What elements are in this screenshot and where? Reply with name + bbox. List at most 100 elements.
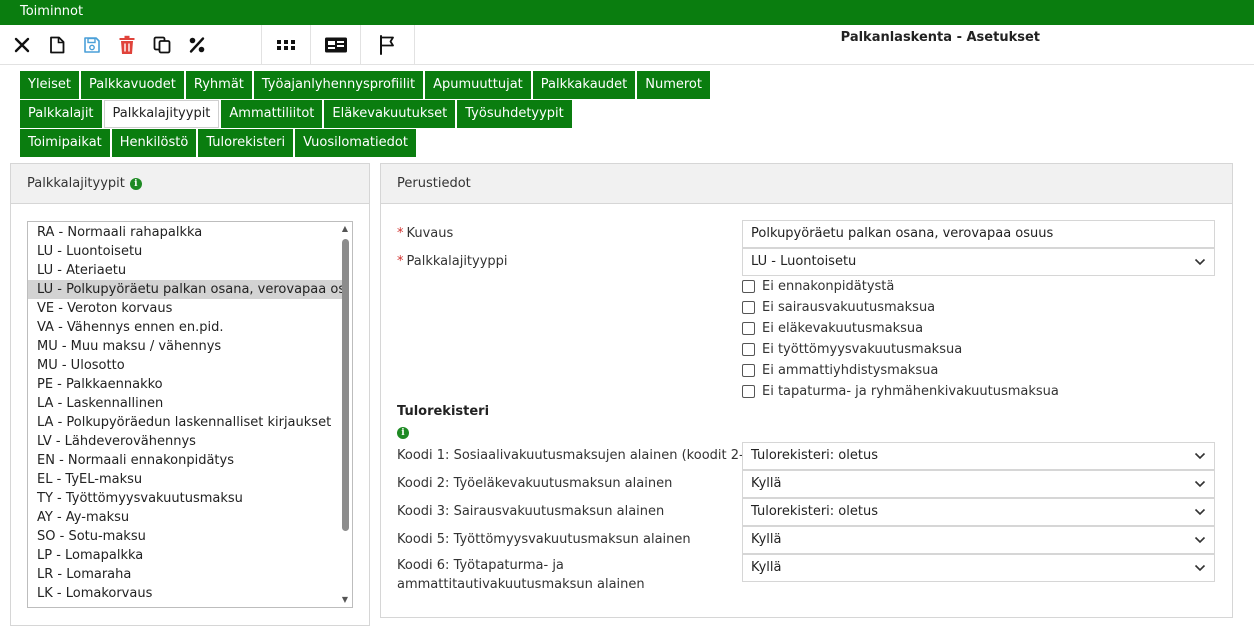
tulorekisteri-select[interactable]: Tulorekisteri: oletus xyxy=(742,498,1215,526)
chevron-down-icon xyxy=(1194,508,1206,516)
list-item[interactable]: TY - Työttömyysvakuutusmaksu xyxy=(28,489,342,508)
tulorekisteri-label: Koodi 1: Sosiaalivakuutusmaksujen alaine… xyxy=(397,448,758,463)
list-item[interactable]: LU - Polkupyöräetu palkan osana, verovap… xyxy=(28,280,342,299)
toolbar-separator xyxy=(261,25,262,65)
checkbox-label: Ei työttömyysvakuutusmaksua xyxy=(762,341,963,357)
tulorekisteri-select[interactable]: Kyllä xyxy=(742,554,1215,582)
scrollbar-thumb[interactable] xyxy=(342,239,349,531)
tab-apumuuttujat[interactable]: Apumuuttujat xyxy=(425,71,531,99)
new-document-icon[interactable] xyxy=(39,25,74,65)
id-card-icon[interactable] xyxy=(318,25,353,65)
checkbox[interactable] xyxy=(742,363,755,377)
list-item[interactable]: LU - Luontoisetu xyxy=(28,242,342,261)
palkkalajityyppi-select[interactable]: LU - Luontoisetu xyxy=(742,248,1215,276)
list-item[interactable]: LA - Laskennallinen xyxy=(28,394,342,413)
list-item[interactable]: RA - Normaali rahapalkka xyxy=(28,223,342,242)
info-icon[interactable]: i xyxy=(129,178,142,190)
flag-icon[interactable] xyxy=(369,25,404,65)
copy-icon[interactable] xyxy=(144,25,179,65)
checkbox-row[interactable]: Ei ammattiyhdistysmaksua xyxy=(742,361,938,379)
checkbox-label: Ei ammattiyhdistysmaksua xyxy=(762,362,939,378)
checkbox[interactable] xyxy=(742,384,755,398)
chevron-down-icon xyxy=(1194,480,1206,488)
palkkalajityypit-panel: Palkkalajityypit i RA - Normaali rahapalk… xyxy=(10,163,370,626)
tab-ty-suhdetyypit[interactable]: Työsuhdetyypit xyxy=(457,100,572,128)
tab-ryhm-t[interactable]: Ryhmät xyxy=(185,71,252,99)
select-value: Kyllä xyxy=(751,560,782,575)
list-item[interactable]: VE - Veroton korvaus xyxy=(28,299,342,318)
tulorekisteri-select[interactable]: Kyllä xyxy=(742,470,1215,498)
list-item[interactable]: EL - TyEL-maksu xyxy=(28,470,342,489)
scroll-down-arrow-icon[interactable]: ▼ xyxy=(338,593,352,607)
checkbox-row[interactable]: Ei tapaturma- ja ryhmähenkivakuutusmaksu… xyxy=(742,382,1059,400)
info-icon[interactable]: i xyxy=(397,427,409,439)
tab-palkkavuodet[interactable]: Palkkavuodet xyxy=(81,71,184,99)
perustiedot-panel: Perustiedot * Kuvaus Polkupyöräetu palkan… xyxy=(380,163,1233,618)
tab-yleiset[interactable]: Yleiset xyxy=(20,71,80,99)
list-item[interactable]: AY - Ay-maksu xyxy=(28,508,342,527)
toolbar: Palkanlaskenta - Asetukset xyxy=(0,25,1254,65)
list-item[interactable]: LU - Ateriaetu xyxy=(28,261,342,280)
checkbox[interactable] xyxy=(742,300,755,314)
listbox-scrollbar[interactable]: ▲ ▼ xyxy=(338,222,352,607)
select-value: LU - Luontoisetu xyxy=(751,254,857,269)
list-item[interactable]: MU - Muu maksu / vähennys xyxy=(28,337,342,356)
list-item[interactable]: LK - Lomakorvaus xyxy=(28,584,342,603)
scroll-up-arrow-icon[interactable]: ▲ xyxy=(338,222,352,236)
list-item[interactable]: LR - Lomaraha xyxy=(28,565,342,584)
chevron-down-icon xyxy=(1194,258,1206,266)
more-icon[interactable] xyxy=(268,25,303,65)
settings-tabs: Yleiset Palkkavuodet Ryhmät Työajanlyhennys… xyxy=(20,71,712,158)
top-menu-bar[interactable]: Toiminnot xyxy=(0,0,1254,25)
checkbox[interactable] xyxy=(742,279,755,293)
select-value: Kyllä xyxy=(751,476,782,491)
list-item[interactable]: LA - Polkupyöräedun laskennalliset kirja… xyxy=(28,413,342,432)
tab-toimipaikat[interactable]: Toimipaikat xyxy=(20,129,110,157)
tab-numerot[interactable]: Numerot xyxy=(637,71,710,99)
tab-palkkakaudet[interactable]: Palkkakaudet xyxy=(532,71,636,99)
tab-el-kevakuutukset[interactable]: Eläkevakuutukset xyxy=(324,100,456,128)
tulorekisteri-label: Koodi 2: Työeläkevakuutusmaksun alainen xyxy=(397,476,673,491)
list-item[interactable]: SO - Sotu-maksu xyxy=(28,527,342,546)
tab-palkkalajityypit[interactable]: Palkkalajityypit xyxy=(103,100,220,128)
tulorekisteri-select[interactable]: Tulorekisteri: oletus xyxy=(742,442,1215,470)
panel-title: Perustiedot xyxy=(397,176,471,191)
list-item[interactable]: LV - Lähdeverovähennys xyxy=(28,432,342,451)
tab-ty-ajanlyhennysprofiilit[interactable]: Työajanlyhennysprofiilit xyxy=(253,71,424,99)
list-item[interactable]: LP - Lomapalkka xyxy=(28,546,342,565)
list-item[interactable]: MU - Ulosotto xyxy=(28,356,342,375)
label-line-1: Koodi 6: Työtapaturma- ja xyxy=(397,558,564,573)
list-item[interactable]: EN - Normaali ennakonpidätys xyxy=(28,451,342,470)
tab-henkil-st-[interactable]: Henkilöstö xyxy=(111,129,197,157)
required-marker: * xyxy=(397,226,404,241)
checkbox[interactable] xyxy=(742,321,755,335)
list-item[interactable]: PE - Palkkaennakko xyxy=(28,375,342,394)
checkbox-row[interactable]: Ei sairausvakuutusmaksua xyxy=(742,298,935,316)
checkbox-label: Ei eläkevakuutusmaksua xyxy=(762,320,924,336)
list-item[interactable]: VA - Vähennys ennen en.pid. xyxy=(28,318,342,337)
toolbar-group-flag xyxy=(369,25,404,65)
panel-header: Palkkalajityypit i xyxy=(11,164,369,204)
toolbar-group-main xyxy=(4,25,214,65)
percent-icon[interactable] xyxy=(179,25,214,65)
tab-vuosilomatiedot[interactable]: Vuosilomatiedot xyxy=(295,129,416,157)
toolbar-group-extra xyxy=(268,25,303,65)
close-icon[interactable] xyxy=(4,25,39,65)
tab-ammattiliitot[interactable]: Ammattiliitot xyxy=(221,100,323,128)
kuvaus-input[interactable]: Polkupyöräetu palkan osana, verovapaa os… xyxy=(742,220,1215,248)
delete-icon[interactable] xyxy=(109,25,144,65)
checkbox-row[interactable]: Ei ennakonpidätystä xyxy=(742,277,894,295)
palkkalajityyppi-label: * Palkkalajityyppi xyxy=(397,254,508,269)
tulorekisteri-info: i xyxy=(397,425,409,440)
checkbox-row[interactable]: Ei eläkevakuutusmaksua xyxy=(742,319,923,337)
palkkalajityyppi-listbox[interactable]: RA - Normaali rahapalkka LU - Luontoisetu… xyxy=(27,221,353,608)
toolbar-separator xyxy=(310,25,311,65)
tab-palkkalajit[interactable]: Palkkalajit xyxy=(20,100,102,128)
checkbox[interactable] xyxy=(742,342,755,356)
tab-tulorekisteri[interactable]: Tulorekisteri xyxy=(198,129,294,157)
save-icon[interactable] xyxy=(74,25,109,65)
checkbox-row[interactable]: Ei työttömyysvakuutusmaksua xyxy=(742,340,962,358)
tulorekisteri-select[interactable]: Kyllä xyxy=(742,526,1215,554)
chevron-down-icon xyxy=(1194,564,1206,572)
top-menu-title[interactable]: Toiminnot xyxy=(20,4,83,19)
